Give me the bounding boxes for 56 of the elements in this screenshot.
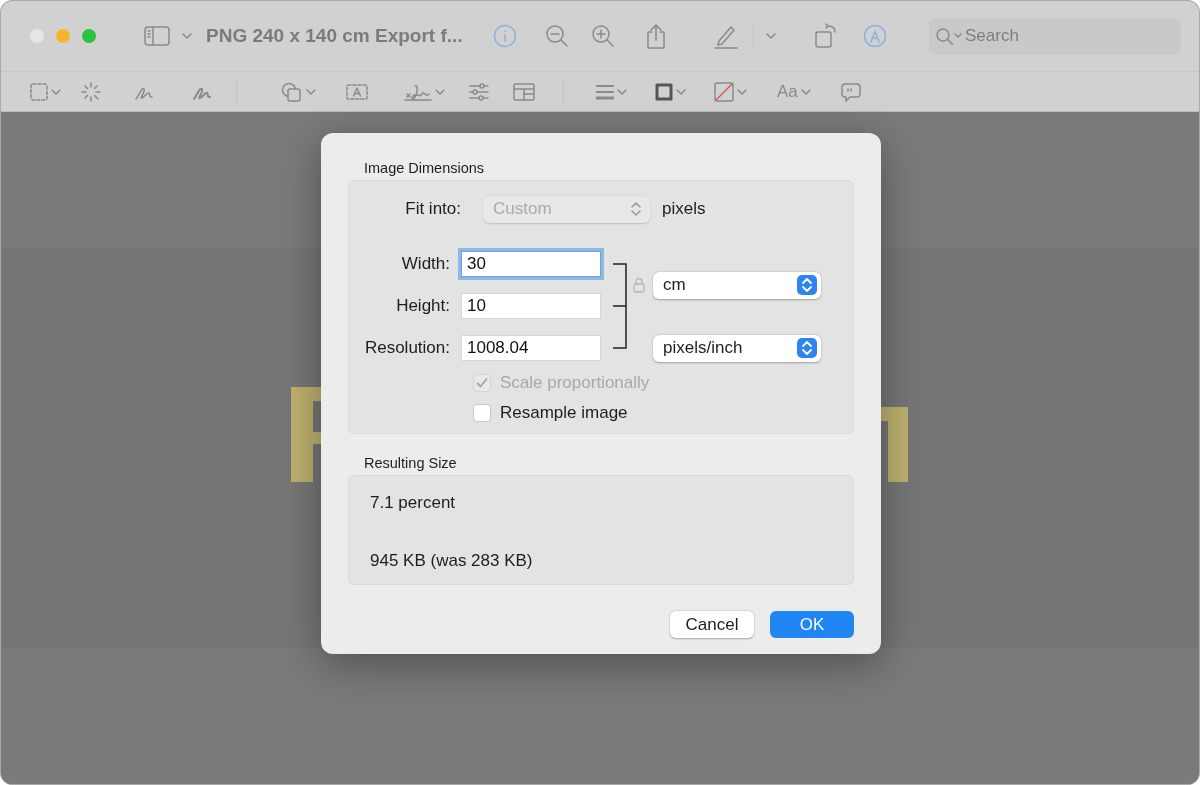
rectangle-selection-icon[interactable] [30,82,48,101]
stepper-icon [797,338,817,358]
border-color-icon[interactable] [655,82,673,101]
field-label: Height: [395,296,451,316]
minimize-window-button[interactable] [56,29,70,43]
instant-alpha-icon[interactable] [81,81,101,102]
line-style-icon[interactable] [596,83,614,100]
number-field[interactable]: 30 [461,251,601,277]
shapes-icon[interactable] [281,81,303,102]
speech-bubble-icon[interactable] [840,81,861,102]
chevron-down-icon[interactable] [306,88,316,95]
chevron-down-icon[interactable] [737,88,747,95]
stepper-icon [630,200,642,218]
resolution-unit-popup[interactable]: pixels/inch [653,334,821,362]
number-field[interactable]: 1008.04 [461,335,601,361]
confirm-button[interactable]: OK [770,611,854,638]
link-bracket-icon [613,263,627,349]
chevron-down-icon[interactable] [676,88,686,95]
field-label: Fit into: [404,199,462,219]
cancel-button[interactable]: Cancel [670,611,754,638]
share-icon[interactable] [644,23,667,49]
checkbox[interactable] [473,404,491,422]
number-field[interactable]: 10 [461,293,601,319]
chevron-down-icon[interactable] [765,33,776,39]
field-label: Resolution: [363,338,451,358]
chevron-down-icon[interactable] [800,88,811,95]
chevron-down-icon[interactable] [435,88,445,95]
fill-color-icon[interactable] [714,81,734,102]
markup-pen-icon[interactable] [862,24,887,48]
info-icon[interactable] [492,24,517,48]
window-title: PNG 240 x 140 cm Export f... [206,25,463,47]
pencil-icon[interactable] [712,23,739,49]
checkbox-label: Scale proportionally [500,373,650,393]
chevron-down-icon[interactable] [182,33,192,39]
size-unit-popup[interactable]: cm [653,271,821,299]
zoom-out-icon[interactable] [544,24,569,48]
checkbox-label: Resample image [500,403,628,423]
result-text: 945 KB (was 283 KB) [370,551,534,571]
section-title: Resulting Size [364,455,458,473]
unit-label: pixels [662,199,706,219]
adjust-icon[interactable] [469,82,489,101]
sidebar-icon[interactable] [144,26,170,46]
chevron-down-icon[interactable] [51,88,61,95]
chevron-down-icon[interactable] [617,88,627,95]
layout-icon[interactable] [513,82,535,101]
rotate-icon[interactable] [813,23,838,49]
section-title: Image Dimensions [364,160,486,178]
search-field[interactable]: Search [929,17,1181,55]
lock-icon [633,277,645,293]
stepper-icon [797,275,817,295]
zoom-window-button[interactable] [82,29,96,43]
search-icon [935,26,963,47]
field-label: Width: [400,254,451,274]
result-text: 7.1 percent [370,493,457,513]
zoom-in-icon[interactable] [590,24,615,48]
text-box-icon[interactable] [346,83,368,100]
